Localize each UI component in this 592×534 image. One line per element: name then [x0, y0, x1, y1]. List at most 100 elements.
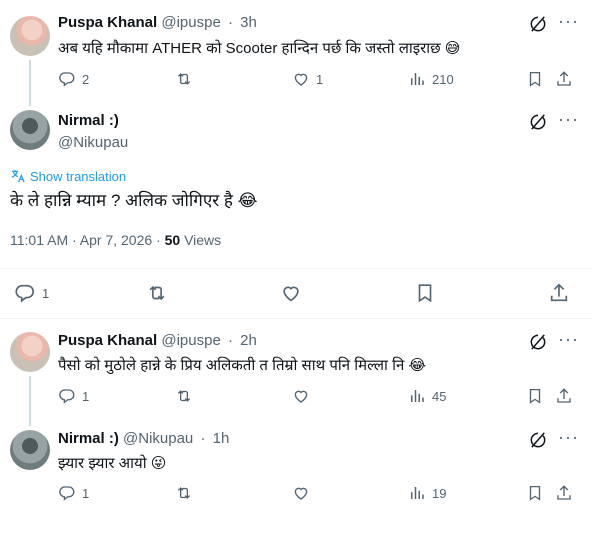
bookmark-icon — [526, 484, 544, 502]
action-bar: 1 19 — [58, 484, 578, 504]
author-name[interactable]: Puspa Khanal — [58, 14, 157, 31]
views-count: 19 — [432, 485, 447, 501]
reply-post[interactable]: Nirmal :) @Nikupau · 1h ··· झ्यार झ्यार … — [0, 424, 592, 524]
reply-count: 2 — [82, 71, 90, 87]
reply-button[interactable]: 1 — [14, 282, 49, 304]
bookmark-button[interactable] — [526, 387, 544, 405]
more-icon[interactable]: ··· — [558, 428, 579, 446]
bookmark-button[interactable] — [526, 70, 544, 88]
author-handle[interactable]: @ipuspe — [161, 14, 220, 31]
reply-post[interactable]: Puspa Khanal @ipuspe · 2h ··· पैसो को मु… — [0, 326, 592, 426]
share-button[interactable] — [548, 282, 570, 304]
author-handle[interactable]: @ipuspe — [161, 332, 220, 349]
post-header: Nirmal :) @Nikupau · 1h — [58, 430, 229, 447]
reply-icon — [58, 484, 76, 502]
reply-count: 1 — [42, 285, 50, 301]
thread-line — [29, 376, 31, 426]
post-time[interactable]: 2h — [240, 332, 257, 349]
avatar[interactable] — [10, 332, 50, 372]
reply-post[interactable]: Puspa Khanal @ipuspe · 3h ··· अब यहि मौक… — [0, 0, 592, 106]
bookmark-icon — [526, 70, 544, 88]
post-header: Puspa Khanal @ipuspe · 2h — [58, 332, 257, 349]
views-count: 50 — [164, 232, 181, 248]
bookmark-icon — [414, 282, 436, 304]
share-button[interactable] — [555, 484, 573, 502]
reply-count: 1 — [82, 485, 90, 501]
translate-icon — [10, 168, 26, 184]
like-icon — [292, 387, 310, 405]
separator-dot: · — [227, 14, 233, 31]
retweet-button[interactable] — [175, 70, 193, 88]
retweet-icon — [175, 387, 193, 405]
share-icon — [555, 484, 573, 502]
reply-button[interactable]: 1 — [58, 484, 89, 502]
reply-count: 1 — [82, 388, 90, 404]
separator-dot: · — [227, 332, 233, 349]
views-icon — [408, 70, 426, 88]
retweet-button[interactable] — [175, 484, 193, 502]
bookmark-button[interactable] — [526, 484, 544, 502]
separator-dot: · — [200, 430, 206, 447]
more-icon[interactable]: ··· — [558, 110, 579, 128]
reply-icon — [14, 282, 36, 304]
post-timestamp[interactable]: 11:01 AM · Apr 7, 2026 · — [10, 232, 165, 248]
views-count: 210 — [432, 71, 454, 87]
avatar[interactable] — [10, 110, 50, 150]
author-name[interactable]: Puspa Khanal — [58, 332, 157, 349]
bookmark-icon — [526, 387, 544, 405]
divider — [0, 318, 592, 319]
retweet-icon — [175, 484, 193, 502]
like-icon — [280, 282, 302, 304]
post-text: झ्यार झ्यार आयो 😜 — [58, 455, 167, 472]
views-label: Views — [180, 232, 222, 248]
post-header: Puspa Khanal @ipuspe · 3h — [58, 14, 257, 31]
views-button[interactable]: 210 — [408, 70, 454, 88]
post-meta: 11:01 AM · Apr 7, 2026 · 50 Views — [10, 232, 221, 248]
more-icon[interactable]: ··· — [558, 12, 579, 30]
author-handle[interactable]: @Nikupau — [123, 430, 193, 447]
share-button[interactable] — [555, 387, 573, 405]
bookmark-button[interactable] — [414, 282, 436, 304]
like-icon — [292, 70, 310, 88]
views-icon — [408, 484, 426, 502]
views-button[interactable]: 19 — [408, 484, 446, 502]
grok-icon[interactable] — [528, 332, 548, 352]
post-text: अब यहि मौकामा ATHER को Scooter हान्दिन प… — [58, 40, 461, 57]
post-time[interactable]: 1h — [213, 430, 230, 447]
retweet-button[interactable] — [146, 282, 168, 304]
share-icon — [548, 282, 570, 304]
reply-icon — [58, 70, 76, 88]
retweet-button[interactable] — [175, 387, 193, 405]
action-bar: 1 45 — [58, 387, 578, 407]
reply-button[interactable]: 2 — [58, 70, 89, 88]
action-bar: 2 1 210 — [58, 70, 578, 90]
author-name[interactable]: Nirmal :) — [58, 430, 119, 447]
action-bar: 1 — [0, 282, 592, 306]
like-button[interactable]: 1 — [292, 70, 323, 88]
views-button[interactable]: 45 — [408, 387, 446, 405]
views-count: 45 — [432, 388, 447, 404]
grok-icon[interactable] — [528, 112, 548, 132]
author-name[interactable]: Nirmal :) — [58, 112, 119, 129]
reply-button[interactable]: 1 — [58, 387, 89, 405]
grok-icon[interactable] — [528, 14, 548, 34]
author-handle[interactable]: @Nikupau — [58, 134, 128, 151]
avatar[interactable] — [10, 16, 50, 56]
share-icon — [555, 70, 573, 88]
grok-icon[interactable] — [528, 430, 548, 450]
post-text: पैसो को मुठोले हान्ने के प्रिय अलिकती त … — [58, 357, 426, 374]
more-icon[interactable]: ··· — [558, 330, 579, 348]
post-time[interactable]: 3h — [240, 14, 257, 31]
like-button[interactable] — [292, 387, 310, 405]
post-text: के ले हान्नि म्याम ? अलिक जोगिएर है 😂 — [10, 191, 258, 210]
retweet-icon — [146, 282, 168, 304]
views-icon — [408, 387, 426, 405]
reply-icon — [58, 387, 76, 405]
like-button[interactable] — [280, 282, 302, 304]
like-icon — [292, 484, 310, 502]
share-button[interactable] — [555, 70, 573, 88]
show-translation-label: Show translation — [30, 168, 127, 184]
like-button[interactable] — [292, 484, 310, 502]
show-translation-link[interactable]: Show translation — [10, 168, 126, 184]
avatar[interactable] — [10, 430, 50, 470]
